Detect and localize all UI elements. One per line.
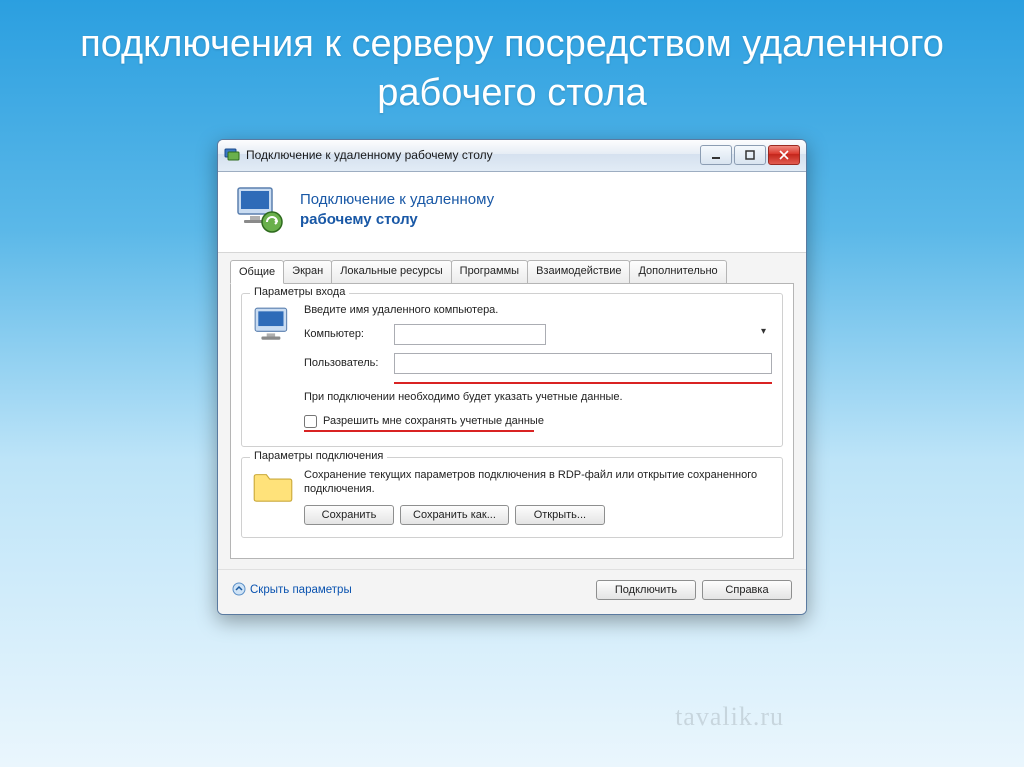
tab-panel-general: Параметры входа Введит <box>230 283 794 560</box>
group-connection: Параметры подключения Сохранение текущих… <box>241 457 783 539</box>
dialog-footer: Скрыть параметры Подключить Справка <box>218 569 806 614</box>
tab-advanced[interactable]: Дополнительно <box>629 260 726 283</box>
help-button[interactable]: Справка <box>702 580 792 600</box>
minimize-button[interactable] <box>700 145 732 165</box>
watermark: tavalik.ru <box>675 702 784 732</box>
close-button[interactable] <box>768 145 800 165</box>
tab-programs[interactable]: Программы <box>451 260 528 283</box>
group-login: Параметры входа Введит <box>241 293 783 447</box>
tab-local-resources[interactable]: Локальные ресурсы <box>331 260 451 283</box>
titlebar[interactable]: Подключение к удаленному рабочему столу <box>218 140 806 172</box>
user-input[interactable] <box>394 353 772 374</box>
tab-experience[interactable]: Взаимодействие <box>527 260 630 283</box>
open-button[interactable]: Открыть... <box>515 505 605 525</box>
save-credentials-checkbox[interactable] <box>304 415 317 428</box>
user-label: Пользователь: <box>304 357 394 369</box>
dialog-header: Подключение к удаленному рабочему столу <box>218 172 806 253</box>
tab-strip: Общие Экран Локальные ресурсы Программы … <box>230 260 794 284</box>
header-line1: Подключение к удаленному <box>300 190 494 210</box>
connection-desc: Сохранение текущих параметров подключени… <box>304 468 772 498</box>
hide-options-label: Скрыть параметры <box>250 584 352 596</box>
save-credentials-row[interactable]: Разрешить мне сохранять учетные данные <box>304 415 772 428</box>
group-login-title: Параметры входа <box>250 286 349 298</box>
save-credentials-label: Разрешить мне сохранять учетные данные <box>323 415 544 427</box>
annotation-underline-user <box>394 382 772 384</box>
chevron-up-icon <box>232 582 246 599</box>
save-button[interactable]: Сохранить <box>304 505 394 525</box>
tab-general[interactable]: Общие <box>230 260 284 284</box>
rdp-app-icon <box>224 147 240 163</box>
rdp-window: Подключение к удаленному рабочему столу … <box>217 139 807 616</box>
maximize-button[interactable] <box>734 145 766 165</box>
dialog-header-text: Подключение к удаленному рабочему столу <box>300 190 494 231</box>
header-line2: рабочему столу <box>300 210 494 230</box>
computer-icon <box>252 333 294 350</box>
folder-icon <box>252 490 294 507</box>
connect-button[interactable]: Подключить <box>596 580 696 600</box>
credentials-hint: При подключении необходимо будет указать… <box>304 390 772 405</box>
computer-label: Компьютер: <box>304 328 394 340</box>
window-title: Подключение к удаленному рабочему столу <box>246 148 700 162</box>
tab-display[interactable]: Экран <box>283 260 332 283</box>
group-connection-title: Параметры подключения <box>250 450 387 462</box>
slide-title: подключения к серверу посредством удален… <box>0 0 1024 129</box>
save-as-button[interactable]: Сохранить как... <box>400 505 509 525</box>
computer-input[interactable] <box>394 324 546 345</box>
login-instruction: Введите имя удаленного компьютера. <box>304 304 772 316</box>
hide-options-link[interactable]: Скрыть параметры <box>232 582 352 599</box>
remote-desktop-icon <box>234 184 286 236</box>
annotation-underline-checkbox <box>304 430 534 432</box>
